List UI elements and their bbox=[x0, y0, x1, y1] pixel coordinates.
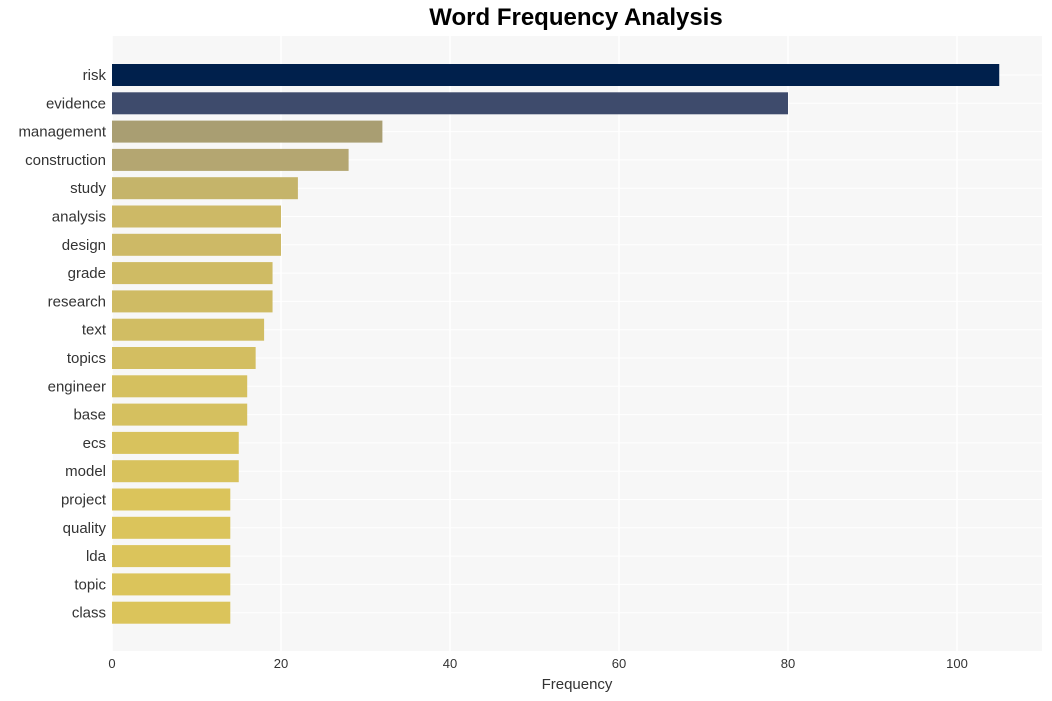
x-tick-label: 20 bbox=[274, 656, 288, 671]
bar-class bbox=[112, 601, 231, 624]
bar-topic bbox=[112, 573, 231, 596]
bar-topics bbox=[112, 347, 256, 369]
y-tick-label: quality bbox=[63, 520, 107, 537]
bar-project bbox=[112, 488, 231, 511]
y-tick-label: topics bbox=[67, 350, 106, 367]
y-tick-label: risk bbox=[83, 67, 107, 84]
y-tick-label: base bbox=[73, 407, 106, 424]
bar-ecs bbox=[112, 431, 239, 454]
y-tick-label: design bbox=[62, 237, 106, 254]
bar-chart: risk evidence management construction study a… bbox=[18, 36, 1042, 693]
bar-management bbox=[112, 120, 383, 143]
y-tick-label: engineer bbox=[48, 378, 106, 395]
y-tick-label: class bbox=[72, 605, 106, 622]
x-axis-label: Frequency bbox=[542, 676, 613, 693]
y-tick-label: study bbox=[70, 180, 106, 197]
x-tick-label: 100 bbox=[946, 656, 968, 671]
y-tick-label: lda bbox=[86, 548, 107, 565]
bar-lda bbox=[112, 545, 231, 568]
y-tick-label: construction bbox=[25, 152, 106, 169]
bar-text bbox=[112, 318, 265, 341]
y-tick-label: ecs bbox=[83, 435, 106, 452]
x-tick-label: 40 bbox=[443, 656, 457, 671]
y-tick-label: project bbox=[61, 492, 107, 509]
bar-quality bbox=[112, 516, 231, 539]
y-tick-label: evidence bbox=[46, 95, 106, 112]
y-tick-label: text bbox=[82, 322, 107, 339]
bar-design bbox=[112, 233, 281, 256]
bar-construction bbox=[112, 148, 349, 171]
y-tick-label: management bbox=[18, 124, 106, 141]
y-tick-label: model bbox=[65, 463, 106, 480]
bar-risk bbox=[112, 64, 1000, 86]
x-tick-label: 60 bbox=[612, 656, 626, 671]
bar-grade bbox=[112, 262, 273, 285]
bar-base bbox=[112, 403, 248, 426]
y-tick-label: analysis bbox=[52, 209, 106, 226]
bar-analysis bbox=[112, 205, 281, 228]
y-tick-label: grade bbox=[68, 265, 106, 282]
bar-model bbox=[112, 460, 239, 483]
x-tick-label: 80 bbox=[781, 656, 795, 671]
y-tick-label: topic bbox=[74, 576, 106, 593]
bar-research bbox=[112, 290, 273, 313]
bar-study bbox=[112, 177, 298, 200]
bar-evidence bbox=[112, 92, 788, 115]
bar-engineer bbox=[112, 375, 248, 398]
x-tick-label: 0 bbox=[108, 656, 115, 671]
y-tick-label: research bbox=[48, 293, 106, 310]
